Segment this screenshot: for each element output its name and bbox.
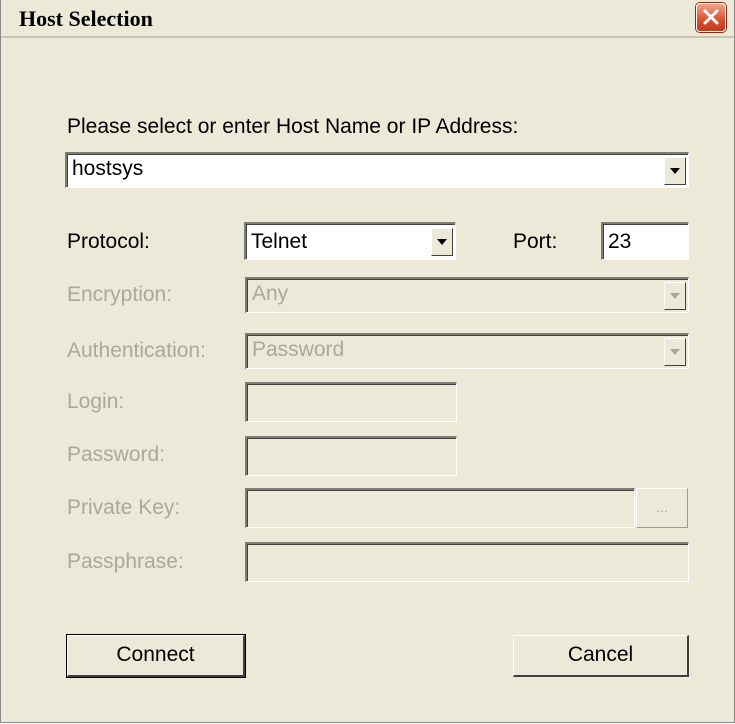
port-label: Port: <box>513 230 558 253</box>
password-input[interactable] <box>245 436 457 476</box>
host-value[interactable]: hostsys <box>72 157 143 181</box>
authentication-label: Authentication: <box>67 339 206 362</box>
chevron-down-icon <box>670 349 680 355</box>
dialog-title: Host Selection <box>19 6 153 31</box>
private-key-input[interactable] <box>245 488 635 528</box>
host-prompt-label: Please select or enter Host Name or IP A… <box>67 115 519 138</box>
protocol-dropdown-button[interactable] <box>431 228 453 256</box>
close-button[interactable] <box>696 3 726 32</box>
chevron-down-icon <box>670 168 680 174</box>
port-value[interactable]: 23 <box>608 230 631 254</box>
encryption-dropdown-button[interactable] <box>664 282 686 310</box>
protocol-label: Protocol: <box>67 230 150 253</box>
title-bar[interactable]: Host Selection <box>1 0 734 38</box>
close-icon <box>703 9 719 25</box>
authentication-dropdown-button[interactable] <box>664 338 686 366</box>
protocol-value: Telnet <box>251 230 308 253</box>
host-combobox[interactable]: hostsys <box>65 152 689 188</box>
host-selection-dialog: Host Selection Please select or enter Ho… <box>0 0 735 723</box>
host-dropdown-button[interactable] <box>664 157 686 185</box>
port-input[interactable]: 23 <box>601 222 689 260</box>
passphrase-input[interactable] <box>245 542 689 582</box>
connect-button[interactable]: Connect <box>66 634 246 678</box>
password-label: Password: <box>67 443 166 466</box>
chevron-down-icon <box>437 239 447 245</box>
private-key-label: Private Key: <box>67 496 181 519</box>
chevron-down-icon <box>670 293 680 299</box>
cancel-button[interactable]: Cancel <box>513 635 689 677</box>
authentication-select[interactable]: Password <box>245 333 689 369</box>
login-input[interactable] <box>245 382 457 422</box>
encryption-value: Any <box>252 282 289 305</box>
browse-button[interactable]: ... <box>636 488 688 528</box>
encryption-select[interactable]: Any <box>245 277 689 313</box>
login-label: Login: <box>67 390 125 413</box>
authentication-value: Password <box>252 338 345 361</box>
passphrase-label: Passphrase: <box>67 550 184 573</box>
protocol-select[interactable]: Telnet <box>244 222 456 260</box>
encryption-label: Encryption: <box>67 283 173 306</box>
